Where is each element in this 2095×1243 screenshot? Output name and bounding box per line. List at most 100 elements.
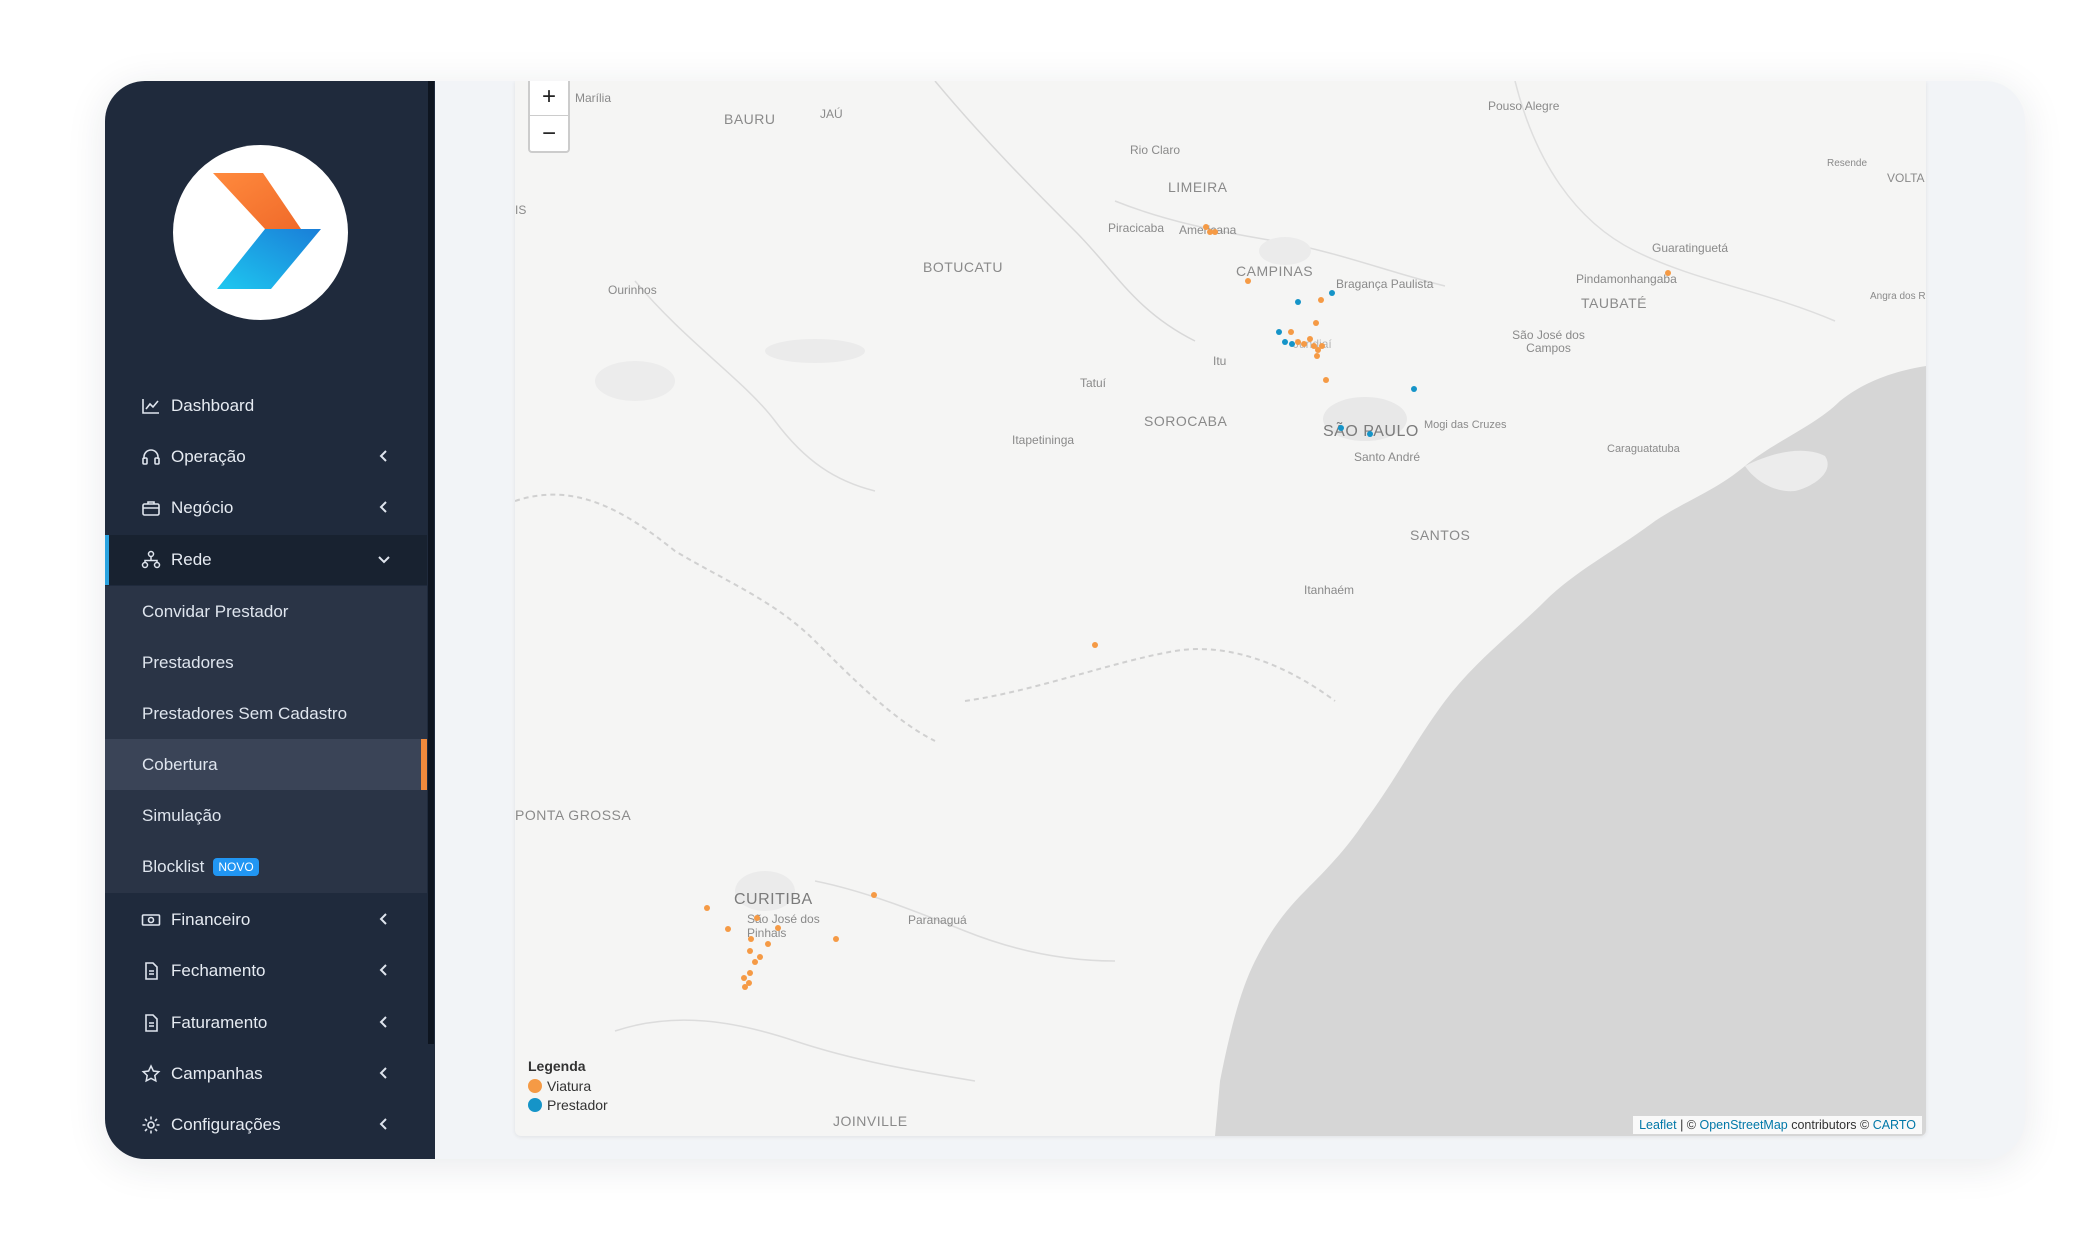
- map-label: Paranaguá: [908, 913, 967, 927]
- legend-label: Prestador: [547, 1097, 608, 1113]
- carto-link[interactable]: CARTO: [1873, 1118, 1916, 1132]
- map-label: BOTUCATU: [923, 259, 1003, 275]
- viatura-marker[interactable]: [747, 970, 753, 976]
- sub-simulacao[interactable]: Simulação: [105, 790, 427, 841]
- chevron-left-icon: [379, 1067, 387, 1079]
- map-label: BAURU: [724, 111, 776, 127]
- viatura-marker[interactable]: [871, 892, 877, 898]
- map-label: LIMEIRA: [1168, 179, 1228, 195]
- viatura-marker[interactable]: [1301, 341, 1307, 347]
- nav-financeiro[interactable]: Financeiro: [105, 895, 427, 945]
- app-logo[interactable]: [173, 145, 348, 320]
- sub-label: Simulação: [142, 805, 222, 825]
- legend-item-prestador: Prestador: [528, 1097, 608, 1113]
- map-label: Bragança Paulista: [1336, 277, 1434, 291]
- nav-rede[interactable]: Rede: [105, 535, 427, 585]
- sub-label: Convidar Prestador: [142, 601, 289, 621]
- zoom-in-button[interactable]: +: [530, 81, 568, 115]
- map-label: SOROCABA: [1144, 413, 1228, 429]
- map-label: JOINVILLE: [833, 1113, 908, 1129]
- viatura-marker[interactable]: [1092, 642, 1098, 648]
- viatura-marker[interactable]: [1665, 270, 1671, 276]
- sidebar-scrollbar[interactable]: [428, 81, 434, 1044]
- nav-label: Financeiro: [171, 910, 251, 929]
- nav-configuracoes[interactable]: Configurações: [105, 1100, 427, 1150]
- map-label: SANTOS: [1410, 527, 1471, 543]
- leaflet-link[interactable]: Leaflet: [1639, 1118, 1677, 1132]
- map-label: Mogi das Cruzes: [1424, 419, 1507, 431]
- sub-cobertura[interactable]: Cobertura: [105, 739, 427, 790]
- prestador-marker[interactable]: [1411, 386, 1417, 392]
- map-label: CAMPINAS: [1236, 263, 1314, 279]
- sub-convidar-prestador[interactable]: Convidar Prestador: [105, 586, 427, 637]
- viatura-marker[interactable]: [725, 926, 731, 932]
- sub-label: Prestadores: [142, 652, 234, 672]
- nav-operacao[interactable]: Operação: [105, 432, 427, 482]
- nav-label: Campanhas: [171, 1064, 263, 1083]
- viatura-marker[interactable]: [1313, 320, 1319, 326]
- zoom-control: + −: [528, 81, 570, 153]
- star-icon: [141, 1064, 161, 1084]
- gear-icon: [141, 1115, 161, 1135]
- map-label: Pindamonhangaba: [1576, 272, 1677, 286]
- attribution-contributors: contributors ©: [1787, 1118, 1873, 1132]
- viatura-marker[interactable]: [742, 984, 748, 990]
- nav-fechamento[interactable]: Fechamento: [105, 946, 427, 996]
- sub-prestadores[interactable]: Prestadores: [105, 637, 427, 688]
- viatura-marker[interactable]: [833, 936, 839, 942]
- map-label: Rio Claro: [1130, 143, 1181, 157]
- coverage-map[interactable]: Marília BAURU JAÚ Pouso Alegre Resende V…: [515, 81, 1926, 1136]
- map-basemap: [515, 81, 1926, 1136]
- viatura-marker[interactable]: [747, 948, 753, 954]
- prestador-marker[interactable]: [1338, 425, 1344, 431]
- map-label: São José dos Campos: [1512, 328, 1585, 355]
- nav-negocio[interactable]: Negócio: [105, 483, 427, 533]
- viatura-marker[interactable]: [754, 915, 760, 921]
- nav-dashboard[interactable]: Dashboard: [105, 381, 427, 431]
- viatura-marker[interactable]: [1318, 297, 1324, 303]
- sub-prestadores-sem-cadastro[interactable]: Prestadores Sem Cadastro: [105, 688, 427, 739]
- prestador-marker[interactable]: [1282, 339, 1288, 345]
- prestador-marker[interactable]: [1295, 299, 1301, 305]
- sub-blocklist[interactable]: Blocklist NOVO: [105, 841, 427, 892]
- map-legend: Legenda Viatura Prestador: [528, 1058, 608, 1116]
- chevron-left-icon: [379, 1016, 387, 1028]
- zoom-out-button[interactable]: −: [530, 115, 568, 152]
- viatura-marker[interactable]: [1319, 343, 1325, 349]
- map-label: VOLTA: [1887, 171, 1925, 185]
- map-label: Caraguatatuba: [1607, 443, 1680, 455]
- prestador-marker[interactable]: [1289, 341, 1295, 347]
- nav-label: Faturamento: [171, 1013, 268, 1032]
- chevron-left-icon: [379, 964, 387, 976]
- chevron-down-icon: [378, 556, 390, 564]
- map-label: PONTA GROSSA: [515, 807, 632, 823]
- viatura-marker[interactable]: [1288, 329, 1294, 335]
- chevron-left-icon: [379, 450, 387, 462]
- viatura-marker[interactable]: [757, 954, 763, 960]
- viatura-marker[interactable]: [748, 936, 754, 942]
- nav-faturamento[interactable]: Faturamento: [105, 998, 427, 1048]
- active-indicator: [421, 739, 427, 790]
- osm-link[interactable]: OpenStreetMap: [1700, 1118, 1788, 1132]
- viatura-marker[interactable]: [752, 959, 758, 965]
- viatura-marker[interactable]: [775, 925, 781, 931]
- nav-label: Operação: [171, 447, 246, 466]
- viatura-marker[interactable]: [1307, 336, 1313, 342]
- chevron-left-icon: [379, 1118, 387, 1130]
- viatura-marker[interactable]: [704, 905, 710, 911]
- map-label: JAÚ: [820, 107, 843, 121]
- prestador-marker[interactable]: [1276, 329, 1282, 335]
- prestador-marker[interactable]: [1329, 290, 1335, 296]
- viatura-marker[interactable]: [1245, 278, 1251, 284]
- open-indicator: [105, 535, 109, 585]
- nav-campanhas[interactable]: Campanhas: [105, 1049, 427, 1099]
- viatura-marker[interactable]: [765, 941, 771, 947]
- map-label: Itapetininga: [1012, 433, 1075, 447]
- legend-item-viatura: Viatura: [528, 1078, 608, 1094]
- nav-label: Configurações: [171, 1115, 281, 1134]
- prestador-marker[interactable]: [1367, 431, 1373, 437]
- viatura-marker[interactable]: [1314, 353, 1320, 359]
- viatura-marker[interactable]: [1212, 229, 1218, 235]
- map-label: Angra dos Re: [1870, 291, 1926, 302]
- viatura-marker[interactable]: [1323, 377, 1329, 383]
